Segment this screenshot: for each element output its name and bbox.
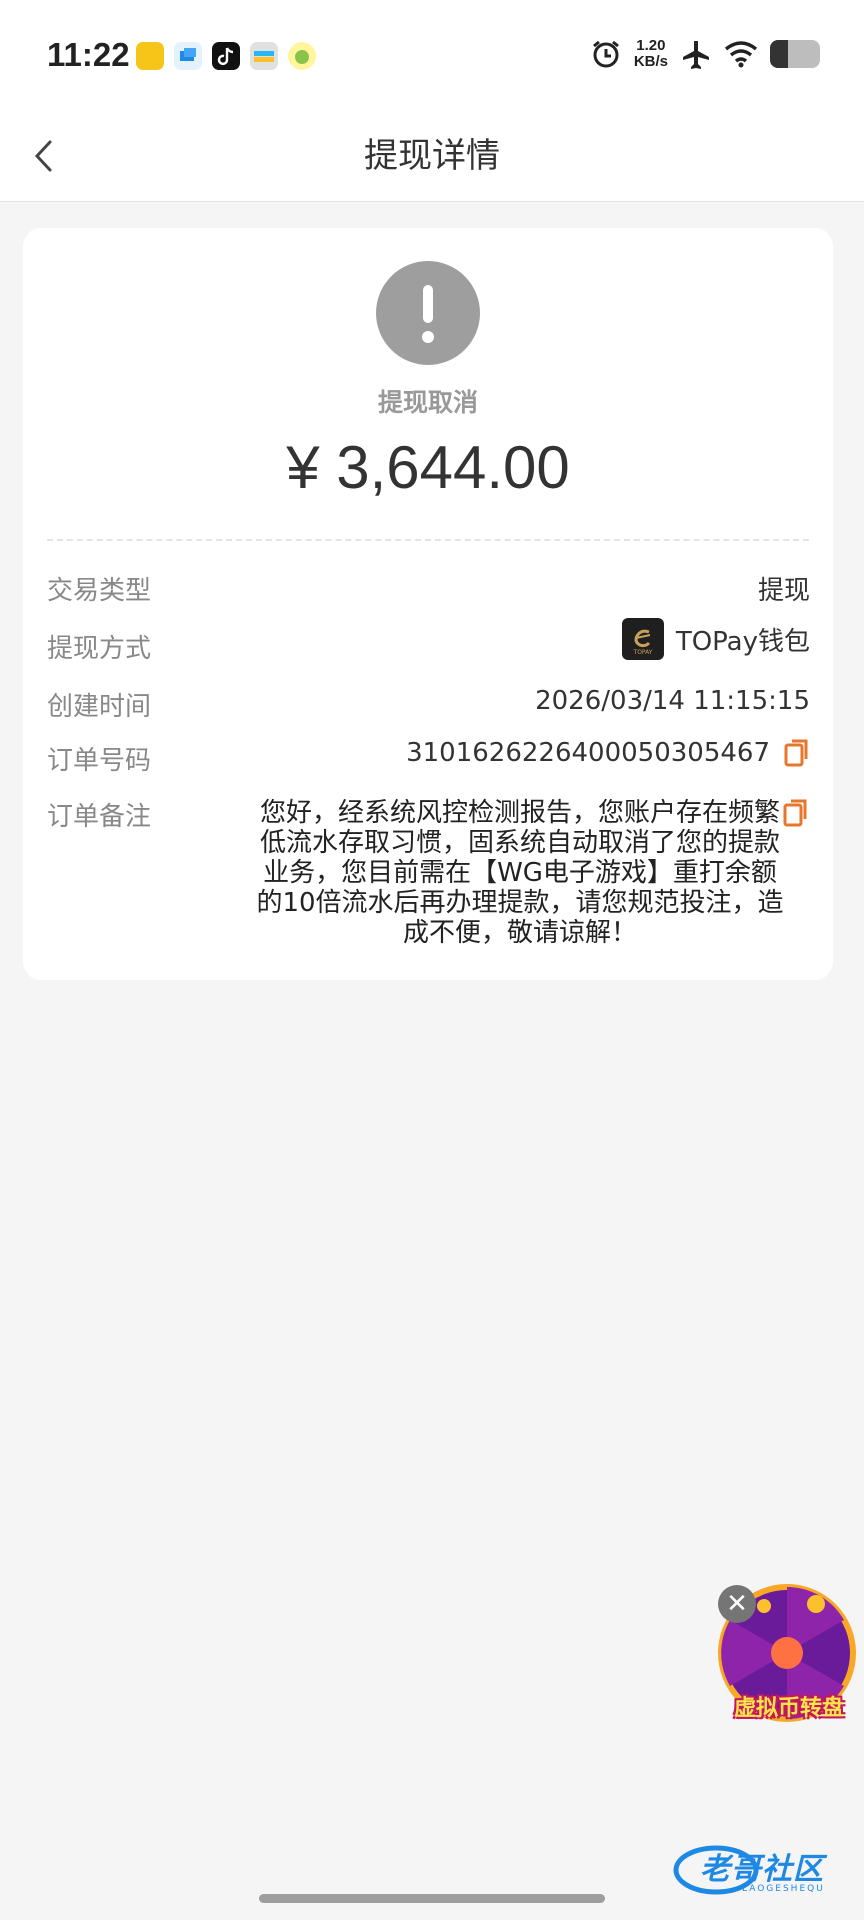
tiktok-icon <box>212 42 240 70</box>
created-label: 创建时间 <box>47 692 152 722</box>
app-icon-5 <box>288 42 316 70</box>
topay-logo-icon: TOPAY <box>621 618 664 660</box>
status-bar: 11:22 1.20 KB/s <box>0 0 864 110</box>
alarm-icon <box>592 40 619 68</box>
status-right: 1.20 KB/s <box>590 38 820 70</box>
wifi-icon <box>724 41 758 68</box>
order-value-row: 3101626226400050305467 <box>406 738 810 768</box>
withdrawal-amount: ¥ 3,644.00 <box>286 434 570 501</box>
status-app-icons <box>136 42 316 70</box>
order-number: 3101626226400050305467 <box>406 738 770 768</box>
exclamation-icon <box>376 261 480 365</box>
watermark-subtext: LAOGESHEQU <box>742 1884 825 1894</box>
status-text: 提现取消 <box>377 388 478 417</box>
remark-label: 订单备注 <box>47 802 152 832</box>
app-icon-4 <box>250 42 278 70</box>
method-value: TOPay钱包 <box>675 626 810 657</box>
status-time: 11:22 <box>47 36 130 73</box>
battery-icon <box>770 40 820 68</box>
svg-text:TOPAY: TOPAY <box>632 649 652 656</box>
type-value: 提现 <box>757 576 810 606</box>
home-indicator[interactable] <box>259 1894 605 1903</box>
lucky-wheel-label: 虚拟币转盘 <box>733 1696 844 1721</box>
watermark-text: 老哥社区 <box>700 1852 824 1887</box>
page-title: 提现详情 <box>364 136 500 176</box>
type-label: 交易类型 <box>47 576 152 606</box>
order-label: 订单号码 <box>47 746 152 776</box>
remark-text: 您好，经系统风控检测报告，您账户存在频繁低流水存取习惯，固系统自动取消了您的提款… <box>256 798 784 948</box>
battery-level <box>770 40 788 68</box>
copy-remark-icon[interactable] <box>783 798 809 828</box>
nav-bar: 提现详情 <box>0 110 864 202</box>
airplane-icon <box>683 41 709 69</box>
divider <box>47 539 809 541</box>
method-value-row: TOPAY TOPay钱包 <box>621 618 810 660</box>
app-icon-1 <box>136 42 164 70</box>
net-speed-value: 1.20 <box>636 37 666 54</box>
close-wheel-button[interactable]: ✕ <box>718 1585 756 1623</box>
copy-order-icon[interactable] <box>784 738 810 768</box>
method-label: 提现方式 <box>47 634 152 664</box>
net-speed: 1.20 KB/s <box>634 38 668 70</box>
app-icon-2 <box>174 42 202 70</box>
net-speed-unit: KB/s <box>633 53 668 70</box>
withdrawal-detail-card: 提现取消 ¥ 3,644.00 交易类型 提现 提现方式 TOPAY TOPay… <box>23 228 833 980</box>
created-value: 2026/03/14 11:15:15 <box>535 686 810 716</box>
